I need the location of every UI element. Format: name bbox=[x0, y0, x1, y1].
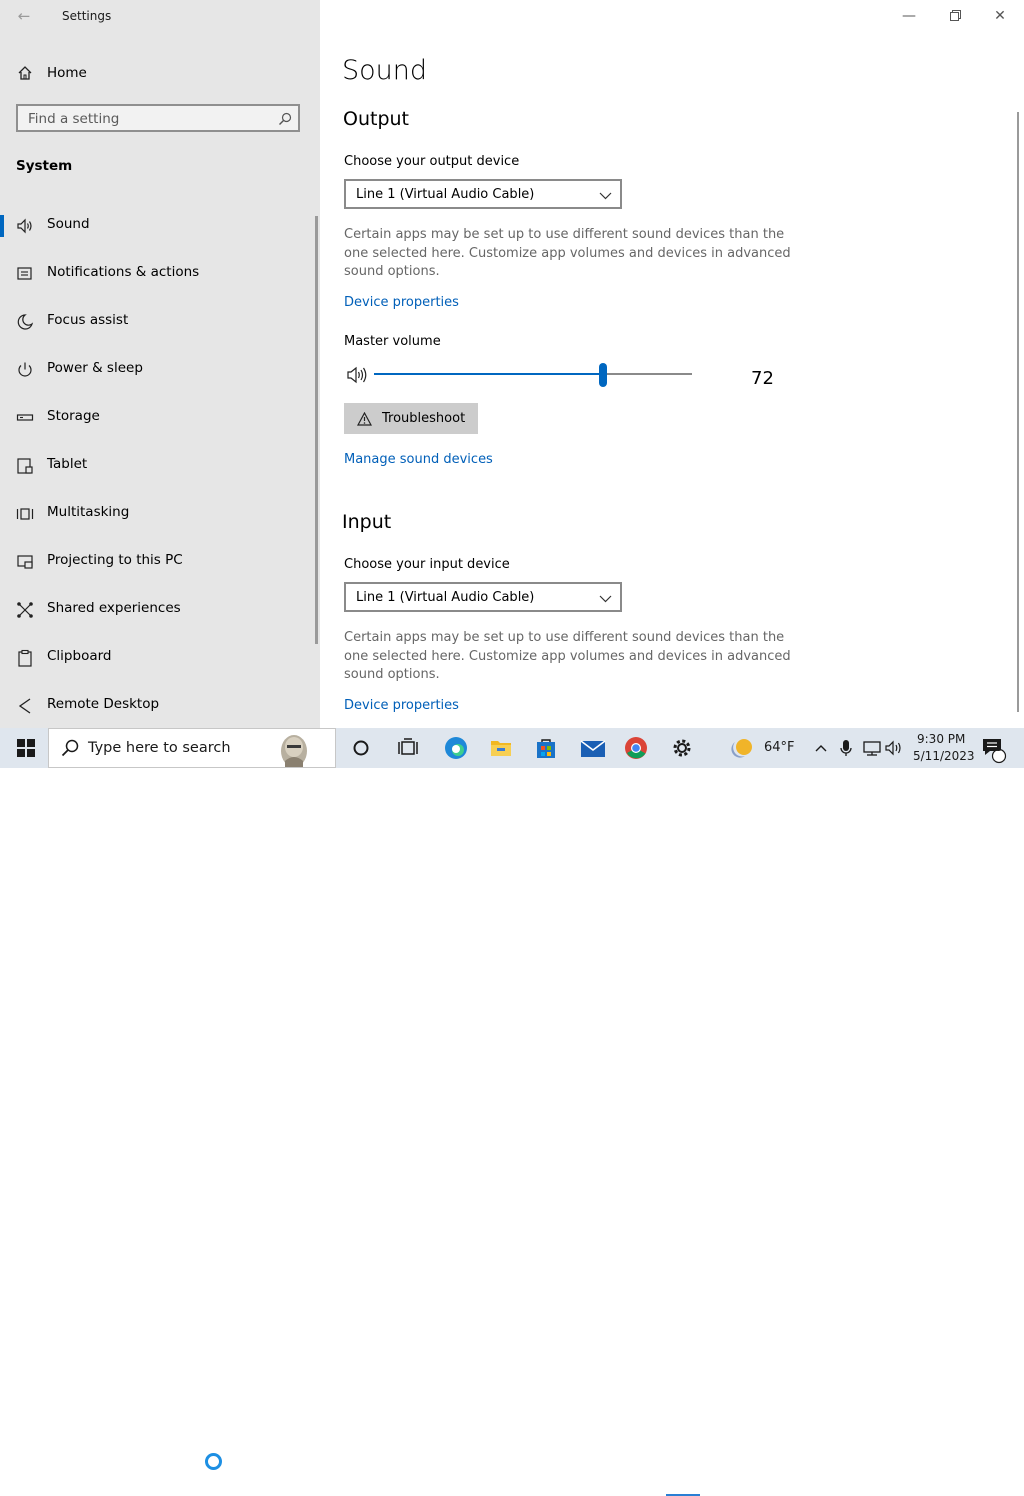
chrome-icon[interactable] bbox=[624, 736, 648, 760]
search-placeholder: Find a setting bbox=[28, 111, 120, 127]
sidebar-item-shared-experiences[interactable]: Shared experiences bbox=[0, 589, 318, 629]
remote-desktop-icon bbox=[16, 697, 34, 715]
sidebar-item-label: Multitasking bbox=[47, 504, 130, 520]
chevron-up-icon[interactable] bbox=[814, 736, 830, 760]
sidebar-item-tablet[interactable]: Tablet bbox=[0, 445, 318, 485]
sidebar-item-label: Clipboard bbox=[47, 648, 112, 664]
cortana-icon[interactable] bbox=[205, 1453, 222, 1470]
sidebar-item-label: Shared experiences bbox=[47, 600, 181, 616]
sidebar-item-label: Tablet bbox=[47, 456, 88, 472]
content-scrollbar[interactable] bbox=[1017, 112, 1019, 712]
shared-icon bbox=[16, 601, 34, 619]
power-icon bbox=[16, 361, 34, 379]
settings-gear-icon[interactable] bbox=[670, 736, 694, 760]
input-device-label: Choose your input device bbox=[344, 557, 510, 572]
master-volume-value: 72 bbox=[751, 368, 774, 389]
page-title: Sound bbox=[342, 55, 428, 86]
search-highlight-icon bbox=[277, 731, 311, 771]
windows-start-icon[interactable] bbox=[14, 736, 38, 760]
restore-icon[interactable] bbox=[945, 6, 965, 26]
input-device-properties-link[interactable]: Device properties bbox=[344, 698, 459, 713]
sidebar-scrollbar[interactable] bbox=[315, 216, 318, 644]
sidebar-item-label: Storage bbox=[47, 408, 100, 424]
multitasking-icon bbox=[16, 505, 34, 523]
section-heading-system: System bbox=[16, 158, 73, 174]
search-icon bbox=[278, 111, 292, 130]
close-icon[interactable]: ✕ bbox=[990, 6, 1010, 26]
volume-speaker-icon[interactable] bbox=[346, 366, 370, 388]
output-description: Certain apps may be set up to use differ… bbox=[344, 227, 791, 279]
sidebar-item-sound[interactable]: Sound bbox=[0, 205, 318, 245]
sidebar-item-storage[interactable]: Storage bbox=[0, 397, 318, 437]
sidebar-item-power-sleep[interactable]: Power & sleep bbox=[0, 349, 318, 389]
sidebar-item-label: Power & sleep bbox=[47, 360, 143, 376]
notifications-icon bbox=[16, 265, 34, 283]
home-icon bbox=[17, 65, 33, 85]
output-device-properties-link[interactable]: Device properties bbox=[344, 295, 459, 310]
speaker-icon bbox=[16, 217, 34, 235]
back-arrow-icon[interactable]: ← bbox=[14, 6, 34, 26]
taskbar-search-box[interactable]: Type here to search bbox=[48, 728, 336, 768]
taskbar: Type here to search 64°F 9:30 PM 5/11/20… bbox=[0, 728, 1024, 1496]
output-heading: Output bbox=[343, 108, 409, 130]
settings-sidebar: ← Settings Home Find a setting System So… bbox=[0, 0, 320, 728]
storage-icon bbox=[16, 409, 34, 427]
clock-date[interactable]: 5/11/2023 bbox=[913, 749, 975, 763]
edge-browser-icon[interactable] bbox=[444, 736, 468, 760]
notification-center-icon[interactable] bbox=[981, 736, 1007, 764]
sidebar-item-notifications[interactable]: Notifications & actions bbox=[0, 253, 318, 293]
mail-icon[interactable] bbox=[580, 736, 606, 760]
input-description: Certain apps may be set up to use differ… bbox=[344, 630, 791, 682]
sidebar-item-label: Sound bbox=[47, 216, 90, 232]
search-icon bbox=[61, 739, 79, 761]
sidebar-item-home[interactable]: Home bbox=[0, 58, 320, 88]
weather-temperature[interactable]: 64°F bbox=[764, 740, 795, 755]
task-view-icon[interactable] bbox=[396, 736, 420, 760]
input-heading: Input bbox=[342, 511, 392, 533]
troubleshoot-label: Troubleshoot bbox=[382, 411, 466, 426]
weather-icon[interactable] bbox=[731, 736, 755, 760]
input-device-dropdown[interactable]: Line 1 (Virtual Audio Cable) bbox=[344, 582, 622, 612]
input-device-value: Line 1 (Virtual Audio Cable) bbox=[356, 590, 535, 605]
minimize-icon[interactable]: — bbox=[899, 6, 919, 26]
volume-track-remaining bbox=[603, 373, 692, 375]
network-icon[interactable] bbox=[861, 736, 885, 760]
sidebar-item-multitasking[interactable]: Multitasking bbox=[0, 493, 318, 533]
output-device-dropdown[interactable]: Line 1 (Virtual Audio Cable) bbox=[344, 179, 622, 209]
volume-icon[interactable] bbox=[884, 736, 908, 760]
tablet-icon bbox=[16, 457, 34, 475]
manage-sound-devices-link[interactable]: Manage sound devices bbox=[344, 452, 493, 467]
warning-icon bbox=[356, 411, 373, 430]
sidebar-item-label: Projecting to this PC bbox=[47, 552, 183, 568]
master-volume-label: Master volume bbox=[344, 334, 441, 349]
sidebar-item-projecting[interactable]: Projecting to this PC bbox=[0, 541, 318, 581]
output-device-label: Choose your output device bbox=[344, 154, 520, 169]
app-title: Settings bbox=[62, 9, 112, 23]
taskbar-search-placeholder: Type here to search bbox=[88, 740, 231, 756]
settings-content: — ✕ Sound Output Choose your output devi… bbox=[320, 0, 1024, 728]
sidebar-item-label: Remote Desktop bbox=[47, 696, 160, 712]
troubleshoot-button[interactable]: Troubleshoot bbox=[344, 403, 478, 434]
notification-count: 1 bbox=[995, 743, 1002, 754]
sidebar-item-label: Focus assist bbox=[47, 312, 129, 328]
sidebar-item-clipboard[interactable]: Clipboard bbox=[0, 637, 318, 677]
cortana-circle-icon[interactable] bbox=[349, 736, 373, 760]
moon-icon bbox=[16, 313, 34, 331]
file-explorer-icon[interactable] bbox=[489, 736, 513, 760]
chevron-down-icon bbox=[599, 187, 612, 206]
sidebar-item-label: Notifications & actions bbox=[47, 264, 200, 280]
chevron-down-icon bbox=[599, 590, 612, 609]
output-device-value: Line 1 (Virtual Audio Cable) bbox=[356, 187, 535, 202]
clipboard-icon bbox=[16, 649, 34, 667]
microphone-icon[interactable] bbox=[838, 736, 854, 760]
clock-time[interactable]: 9:30 PM bbox=[917, 732, 965, 746]
sidebar-item-focus-assist[interactable]: Focus assist bbox=[0, 301, 318, 341]
projecting-icon bbox=[16, 553, 34, 571]
find-setting-input[interactable]: Find a setting bbox=[16, 104, 300, 132]
microsoft-store-icon[interactable] bbox=[534, 736, 558, 760]
sidebar-item-remote-desktop[interactable]: Remote Desktop bbox=[0, 685, 318, 725]
master-volume-slider[interactable] bbox=[599, 363, 607, 387]
sidebar-item-label: Home bbox=[47, 65, 87, 81]
volume-track-filled bbox=[374, 373, 603, 375]
